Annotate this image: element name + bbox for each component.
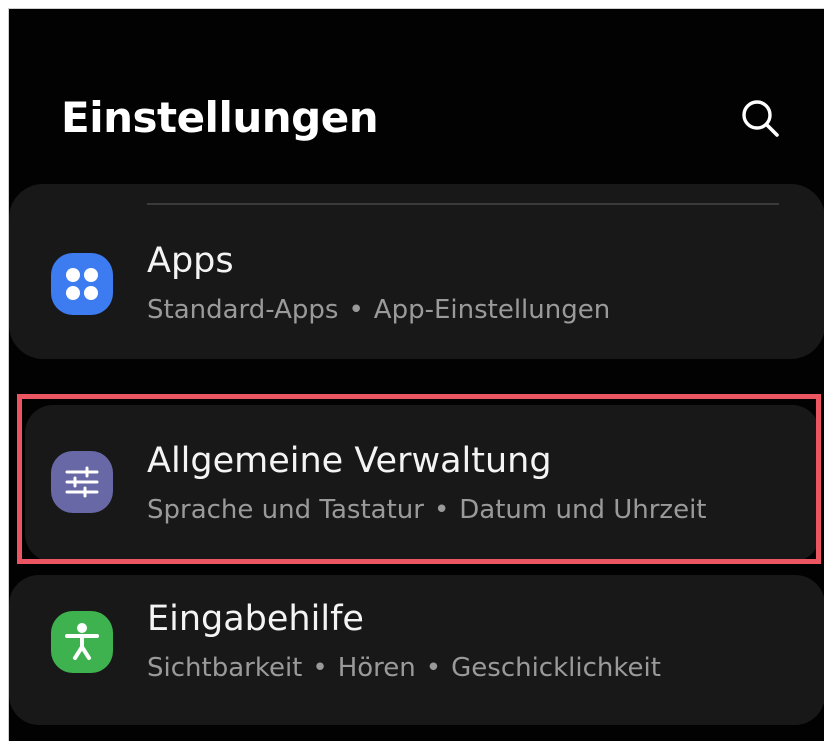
item-title: Eingabehilfe bbox=[147, 599, 364, 639]
item-subtitle: Standard-Apps • App-Einstellungen bbox=[147, 295, 610, 325]
settings-item-apps[interactable]: Apps Standard-Apps • App-Einstellungen bbox=[9, 239, 824, 349]
settings-item-accessibility[interactable]: Eingabehilfe Sichtbarkeit • Hören • Geschick… bbox=[9, 597, 824, 707]
settings-screen: Einstellungen Apps Standard-Apps • App-Ein… bbox=[8, 8, 824, 741]
item-subtitle: Sprache und Tastatur • Datum und Uhrzeit bbox=[147, 495, 706, 525]
subtitle-part: Geschicklichkeit bbox=[451, 653, 661, 683]
settings-item-general-management[interactable]: Allgemeine Verwaltung Sprache und Tastat… bbox=[9, 439, 824, 549]
separator-dot: • bbox=[348, 295, 364, 325]
search-icon bbox=[742, 100, 779, 137]
subtitle-part: Sprache und Tastatur bbox=[147, 495, 424, 525]
apps-grid-icon bbox=[51, 253, 113, 315]
subtitle-part: Datum und Uhrzeit bbox=[459, 495, 707, 525]
page-title: Einstellungen bbox=[61, 93, 379, 142]
item-subtitle: Sichtbarkeit • Hören • Geschicklichkeit bbox=[147, 653, 661, 683]
subtitle-part: Sichtbarkeit bbox=[147, 653, 303, 683]
separator-dot: • bbox=[425, 653, 442, 683]
item-title: Apps bbox=[147, 241, 234, 281]
subtitle-part: Standard-Apps bbox=[147, 295, 339, 325]
sliders-icon bbox=[51, 451, 113, 513]
item-title: Allgemeine Verwaltung bbox=[147, 441, 552, 481]
separator-dot: • bbox=[312, 653, 328, 683]
subtitle-part: App-Einstellungen bbox=[373, 295, 611, 325]
search-button[interactable] bbox=[737, 95, 785, 143]
accessibility-icon bbox=[51, 611, 113, 673]
subtitle-part: Hören bbox=[337, 653, 416, 683]
divider bbox=[147, 203, 779, 205]
separator-dot: • bbox=[433, 495, 450, 525]
